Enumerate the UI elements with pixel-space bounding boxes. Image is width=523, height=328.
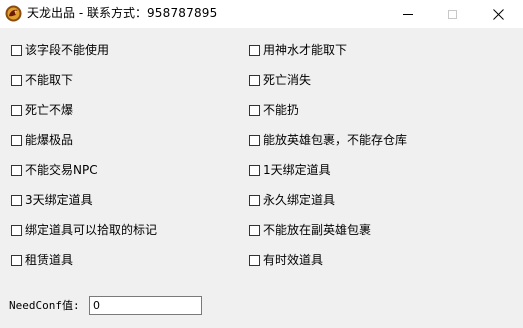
checkbox-left-7[interactable]: 绑定道具可以拾取的标记 (11, 222, 157, 238)
checkbox-box[interactable] (249, 44, 260, 56)
checkbox-label: 3天绑定道具 (25, 193, 93, 207)
checkbox-box[interactable] (249, 134, 260, 146)
checkbox-right-8[interactable]: 有时效道具 (249, 252, 323, 268)
checkbox-right-4[interactable]: 能放英雄包裹，不能存仓库 (249, 132, 407, 148)
checkbox-label: 用神水才能取下 (263, 43, 348, 57)
app-window: 天龙出品 - 联系方式：958787895 该字段不能使用 不能取下 死亡不爆 … (0, 0, 523, 328)
checkbox-label: 不能取下 (25, 73, 74, 87)
window-title-prefix: 天龙出品 - 联系方式： (27, 6, 147, 20)
checkbox-label: 有时效道具 (263, 253, 324, 267)
checkbox-box[interactable] (11, 104, 22, 116)
checkbox-left-5[interactable]: 不能交易NPC (11, 162, 98, 178)
checkbox-label: 能放英雄包裹，不能存仓库 (263, 133, 408, 147)
checkbox-box[interactable] (249, 254, 260, 266)
checkbox-label: 不能交易NPC (25, 163, 98, 177)
checkbox-right-6[interactable]: 永久绑定道具 (249, 192, 335, 208)
checkbox-box[interactable] (249, 74, 260, 86)
checkbox-label: 该字段不能使用 (25, 43, 110, 57)
checkbox-box[interactable] (249, 104, 260, 116)
checkbox-label: 不能扔 (263, 103, 300, 117)
minimize-icon (403, 13, 413, 15)
checkbox-left-3[interactable]: 死亡不爆 (11, 102, 73, 118)
close-icon (492, 8, 504, 20)
close-button[interactable] (476, 0, 520, 28)
checkbox-label: 死亡消失 (263, 73, 312, 87)
window-title: 天龙出品 - 联系方式：958787895 (27, 5, 217, 21)
dragon-logo-icon (5, 5, 22, 22)
checkbox-right-3[interactable]: 不能扔 (249, 102, 299, 118)
window-title-contact: 958787895 (146, 6, 218, 20)
checkbox-label: 1天绑定道具 (263, 163, 331, 177)
checkbox-box[interactable] (249, 194, 260, 206)
checkbox-right-5[interactable]: 1天绑定道具 (249, 162, 331, 178)
checkbox-box[interactable] (11, 224, 22, 236)
title-bar[interactable]: 天龙出品 - 联系方式：958787895 (0, 0, 523, 28)
checkbox-label: 绑定道具可以拾取的标记 (25, 223, 158, 237)
checkbox-right-1[interactable]: 用神水才能取下 (249, 42, 347, 58)
checkbox-label: 死亡不爆 (25, 103, 74, 117)
checkbox-box[interactable] (11, 164, 22, 176)
checkbox-box[interactable] (11, 44, 22, 56)
checkbox-box[interactable] (11, 254, 22, 266)
minimize-button[interactable] (386, 0, 430, 28)
checkbox-right-2[interactable]: 死亡消失 (249, 72, 311, 88)
checkbox-left-8[interactable]: 租赁道具 (11, 252, 73, 268)
checkbox-label: 不能放在副英雄包裹 (263, 223, 372, 237)
maximize-button[interactable] (430, 0, 474, 28)
checkbox-left-4[interactable]: 能爆极品 (11, 132, 73, 148)
checkbox-left-1[interactable]: 该字段不能使用 (11, 42, 109, 58)
checkbox-box[interactable] (11, 74, 22, 86)
maximize-icon (447, 9, 457, 19)
checkbox-box[interactable] (249, 164, 260, 176)
needconf-label: NeedConf值: (9, 299, 80, 312)
checkbox-label: 租赁道具 (25, 253, 74, 267)
checkbox-box[interactable] (249, 224, 260, 236)
checkbox-label: 永久绑定道具 (263, 193, 336, 207)
checkbox-box[interactable] (11, 134, 22, 146)
checkbox-left-2[interactable]: 不能取下 (11, 72, 73, 88)
checkbox-right-7[interactable]: 不能放在副英雄包裹 (249, 222, 371, 238)
checkbox-label: 能爆极品 (25, 133, 74, 147)
needconf-input[interactable]: 0 (89, 296, 202, 315)
checkbox-left-6[interactable]: 3天绑定道具 (11, 192, 93, 208)
checkbox-box[interactable] (11, 194, 22, 206)
